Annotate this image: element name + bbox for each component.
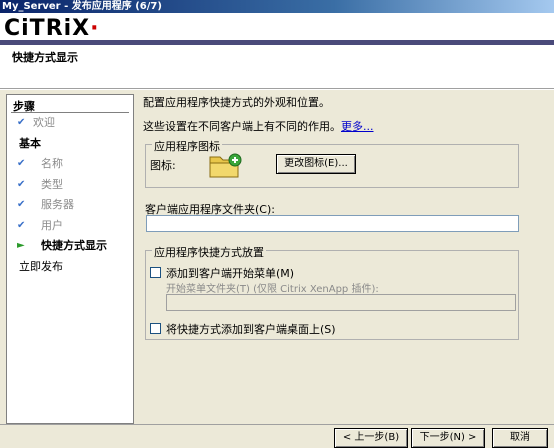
shortcut-placement-group: 应用程序快捷方式放置 添加到客户端开始菜单(M) 开始菜单文件夹(T) (仅限 … bbox=[145, 244, 519, 340]
step-servers: ✔ 服务器 bbox=[17, 198, 74, 211]
steps-panel: 步骤 ✔ 欢迎 基本 ✔ 名称 ✔ 类型 ✔ 服务器 ✔ 用户 ► 快捷方式显示… bbox=[6, 94, 134, 424]
cancel-button[interactable]: 取消 bbox=[492, 428, 548, 448]
check-icon: ✔ bbox=[17, 199, 26, 210]
header-accent-bar bbox=[0, 40, 554, 45]
check-icon: ✔ bbox=[17, 179, 26, 190]
step-section-basic: 基本 bbox=[19, 137, 41, 150]
citrix-logo: CiTRiX· bbox=[4, 16, 100, 41]
icon-label: 图标: bbox=[150, 159, 176, 172]
step-name: ✔ 名称 bbox=[17, 157, 63, 170]
header-divider bbox=[0, 88, 554, 90]
wizard-header: CiTRiX· 快捷方式显示 bbox=[0, 13, 554, 88]
start-menu-checkbox[interactable] bbox=[150, 267, 161, 278]
intro-text: 配置应用程序快捷方式的外观和位置。 bbox=[143, 96, 330, 109]
client-folder-input[interactable] bbox=[146, 215, 519, 232]
check-icon: ✔ bbox=[17, 220, 26, 231]
window-title: My_Server - 发布应用程序 (6/7) bbox=[2, 1, 162, 12]
desktop-shortcut-checkbox-label: 将快捷方式添加到客户端桌面上(S) bbox=[166, 323, 336, 336]
step-users: ✔ 用户 bbox=[17, 219, 63, 232]
footer-divider bbox=[0, 424, 554, 425]
next-button[interactable]: 下一步(N) > bbox=[411, 428, 485, 448]
steps-divider bbox=[11, 112, 129, 113]
more-link[interactable]: 更多... bbox=[341, 120, 374, 133]
back-button[interactable]: < 上一步(B) bbox=[334, 428, 408, 448]
step-welcome: ✔ 欢迎 bbox=[17, 116, 55, 129]
step-publish-now: 立即发布 bbox=[19, 260, 63, 273]
step-type: ✔ 类型 bbox=[17, 178, 63, 191]
page-heading: 快捷方式显示 bbox=[12, 51, 78, 64]
change-icon-button[interactable]: 更改图标(E)... bbox=[276, 154, 356, 174]
desktop-shortcut-checkbox[interactable] bbox=[150, 323, 161, 334]
shortcut-placement-legend: 应用程序快捷方式放置 bbox=[152, 244, 266, 260]
note-text: 这些设置在不同客户端上有不同的作用。更多... bbox=[143, 120, 374, 133]
start-menu-folder-label: 开始菜单文件夹(T) (仅限 Citrix XenApp 插件): bbox=[166, 284, 379, 295]
main-content: 配置应用程序快捷方式的外观和位置。 这些设置在不同客户端上有不同的作用。更多..… bbox=[143, 94, 543, 424]
folder-app-icon bbox=[209, 153, 242, 178]
current-step-arrow-icon: ► bbox=[17, 240, 25, 251]
start-menu-folder-input[interactable] bbox=[166, 294, 516, 311]
step-shortcut-display: ► 快捷方式显示 bbox=[17, 239, 107, 252]
window-title-bar: My_Server - 发布应用程序 (6/7) bbox=[0, 0, 554, 13]
check-icon: ✔ bbox=[17, 158, 26, 169]
app-icon-group: 应用程序图标 图标: 更改图标(E)... bbox=[145, 138, 519, 188]
start-menu-checkbox-label: 添加到客户端开始菜单(M) bbox=[166, 267, 295, 280]
check-icon: ✔ bbox=[17, 117, 26, 128]
